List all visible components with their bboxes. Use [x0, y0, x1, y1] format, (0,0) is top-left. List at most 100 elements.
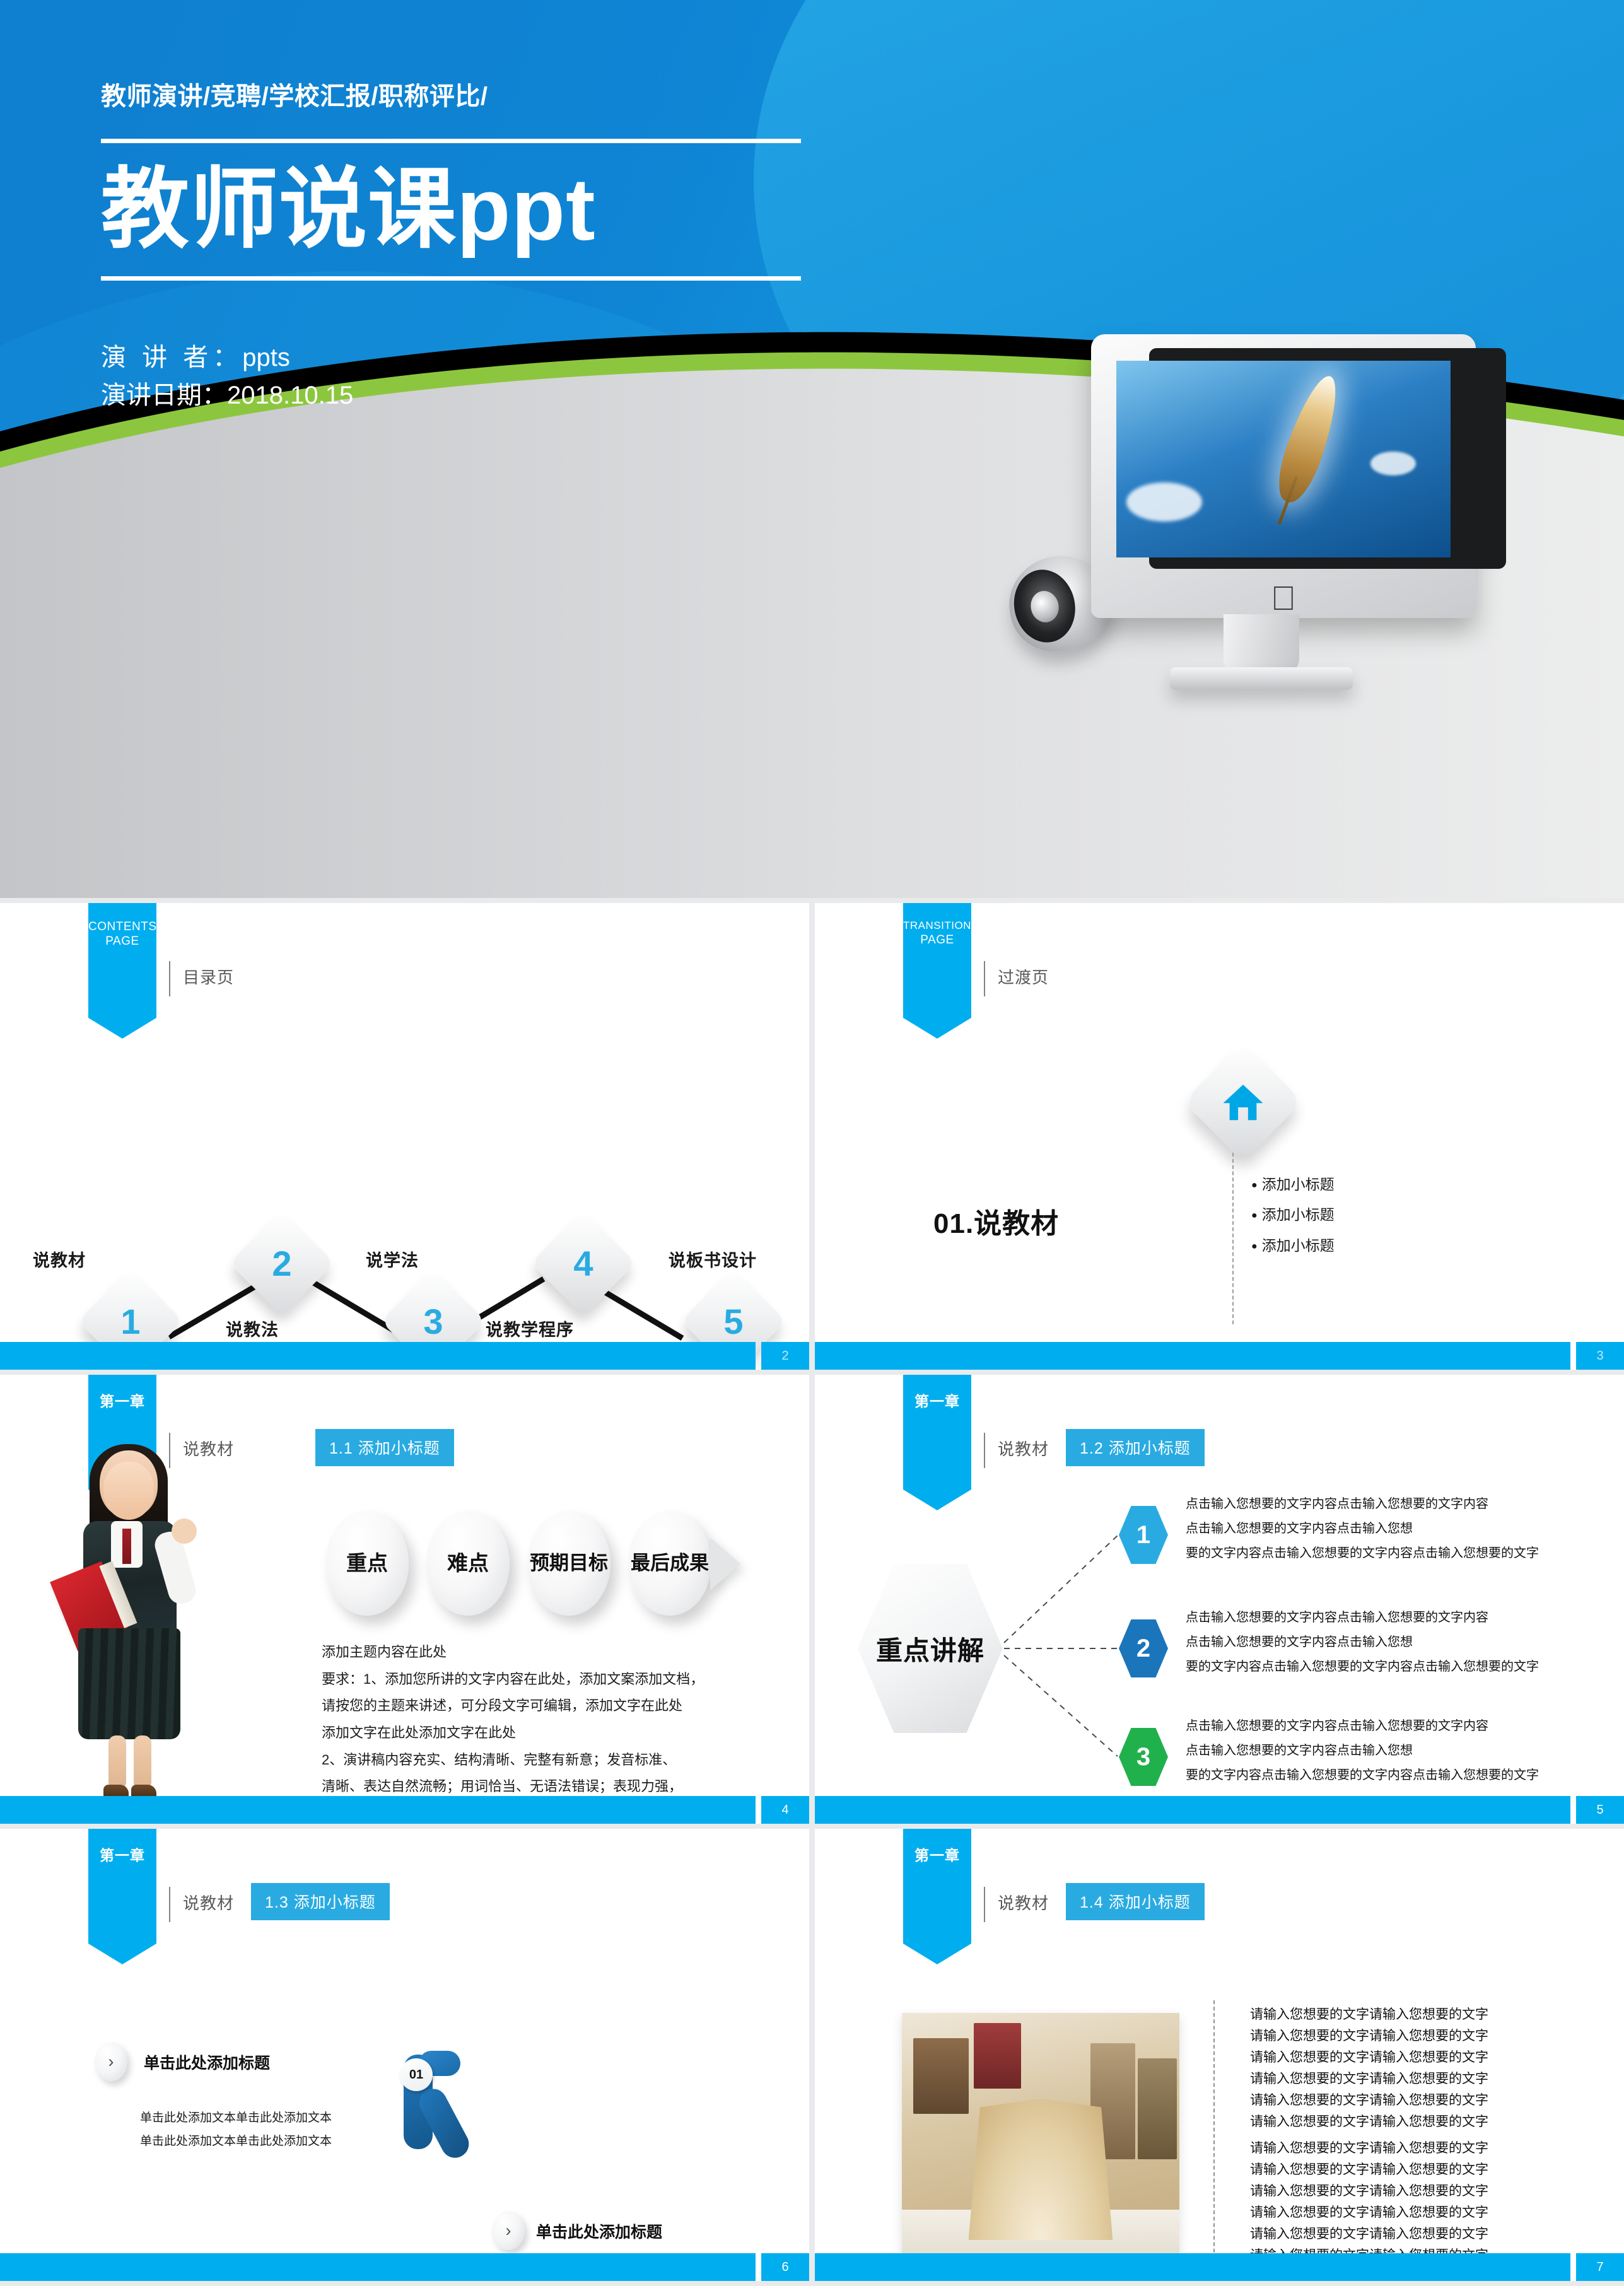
leg-shape — [108, 1735, 126, 1790]
footer-bar — [815, 1342, 1570, 1370]
copy-line: 要的文字内容点击输入您想要的文字内容点击输入您想要的文字 — [1186, 1546, 1539, 1560]
ribbon-label: 目录页 — [183, 968, 235, 987]
chapter-label: 第一章 — [100, 1393, 145, 1409]
chapter-label: 第一章 — [100, 1847, 145, 1863]
node-number: 4 — [573, 1243, 593, 1283]
oval-item-4[interactable]: 最后成果 — [628, 1511, 711, 1616]
bullet-item: 添加小标题 — [1251, 1169, 1335, 1199]
copy-line: 单击此处添加文本单击此处添加文本 — [140, 2111, 332, 2125]
sub-heading-tag: 1.4 添加小标题 — [1066, 1883, 1205, 1920]
skirt-shape — [78, 1628, 180, 1739]
date-label: 演讲日期： — [101, 381, 227, 409]
copy-line: 要的文字内容点击输入您想要的文字内容点击输入您想要的文字 — [1186, 1768, 1539, 1782]
contents-node-4[interactable]: 4 — [530, 1210, 636, 1316]
page-number: 5 — [1576, 1796, 1624, 1824]
footer-bar — [0, 1342, 756, 1370]
ribbon-divider — [984, 1887, 985, 1922]
copy-line: 点击输入您想要的文字内容点击输入您想 — [1186, 1522, 1413, 1536]
copy-line: 请输入您想要的文字请输入您想要的文字 — [1250, 2029, 1488, 2044]
footer-bar — [815, 1796, 1570, 1824]
contents-label-5: 说板书设计 — [669, 1251, 757, 1270]
books-photo — [902, 2013, 1179, 2265]
cloud-shape — [1370, 451, 1416, 475]
contents-ribbon: CONTENTS PAGE — [88, 903, 157, 1039]
cloud-shape — [1126, 482, 1202, 522]
hex-copy-3: 点击输入您想要的文字内容点击输入您想要的文字内容 点击输入您想要的文字内容点击输… — [1186, 1714, 1564, 1788]
slide-1-2: 第一章 说教材 1.2 添加小标题 重点讲解 1 点击输入您想要的文字内容点击输… — [815, 1375, 1624, 1824]
copy-line: 要求：1、添加您所讲的文字内容在此处，添加文案添加文档， — [322, 1671, 704, 1687]
transition-divider — [1232, 1153, 1234, 1324]
copy-line: 请输入您想要的文字请输入您想要的文字 — [1250, 2227, 1488, 2242]
oval-item-2[interactable]: 难点 — [426, 1511, 510, 1616]
ribbon-line-2: PAGE — [920, 933, 954, 947]
contents-label-3: 说学法 — [366, 1251, 419, 1270]
transition-diamond — [1183, 1042, 1303, 1162]
ribbon-line-1: TRANSITION — [903, 919, 971, 931]
sub-heading-tag: 1.3 添加小标题 — [251, 1883, 390, 1920]
oval-item-1[interactable]: 重点 — [325, 1511, 409, 1616]
bullet-item: 添加小标题 — [1251, 1199, 1335, 1230]
copy-line: 添加主题内容在此处 — [322, 1644, 447, 1660]
copy-line: 添加文字在此处添加文字在此处 — [322, 1725, 517, 1741]
speaker-label: 演 讲 者： — [101, 343, 243, 371]
speaker-value: ppts — [242, 343, 290, 371]
date-row: 演讲日期：2018.10.15 — [101, 376, 921, 414]
ribbon-divider — [984, 961, 985, 996]
copy-line: 单击此处添加文本单击此处添加文本 — [140, 2135, 332, 2149]
presentation-deck:  教师演讲/竞聘/学校汇报/职称评比/ 教师说课ppt 演 讲 者：ppts … — [0, 0, 1624, 2286]
contents-label-2: 说教法 — [226, 1321, 279, 1339]
slide-contents: CONTENTS PAGE 目录页 1 2 3 4 5 说教材 说教法 说学法 … — [0, 903, 809, 1370]
page-number: 4 — [761, 1796, 809, 1824]
contents-label-1: 说教材 — [33, 1251, 86, 1270]
contents-label-4: 说教学程序 — [486, 1321, 574, 1339]
chapter-label: 第一章 — [914, 1847, 960, 1863]
copy-line: 2、演讲稿内容充实、结构清晰、完整有新意；发音标准、 — [322, 1751, 677, 1768]
ribbon-label: 过渡页 — [998, 968, 1049, 987]
contents-node-2[interactable]: 2 — [229, 1210, 335, 1316]
title-text-group: 教师演讲/竞聘/学校汇报/职称评比/ 教师说课ppt 演 讲 者：ppts 演讲… — [101, 76, 921, 414]
right-copy-paragraph-1: 请输入您想要的文字请输入您想要的文字 请输入您想要的文字请输入您想要的文字 请输… — [1250, 2004, 1488, 2133]
copy-line: 点击输入您想要的文字内容点击输入您想要的文字内容 — [1186, 1497, 1488, 1511]
title-meta: 演 讲 者：ppts 演讲日期：2018.10.15 — [101, 339, 921, 414]
ribbon-line-2: PAGE — [105, 935, 139, 948]
slide-1-4: 第一章 说教材 1.4 添加小标题 请输入您想要的文字请输入您想要的文字 请输入… — [815, 1829, 1624, 2281]
copy-line: 点击输入您想要的文字内容点击输入您想要的文字内容 — [1186, 1719, 1488, 1733]
right-copy-paragraph-2: 请输入您想要的文字请输入您想要的文字 请输入您想要的文字请输入您想要的文字 请输… — [1250, 2138, 1488, 2266]
copy-line: 点击输入您想要的文字内容点击输入您想 — [1186, 1635, 1413, 1649]
page-title: 教师说课ppt — [101, 160, 596, 259]
sub-heading-tag: 1.1 添加小标题 — [315, 1429, 454, 1466]
node-number: 2 — [272, 1243, 292, 1283]
copy-line: 请输入您想要的文字请输入您想要的文字 — [1250, 2093, 1488, 2108]
hand-shape — [172, 1519, 197, 1544]
monitor-foot — [1170, 667, 1353, 690]
copy-line: 请输入您想要的文字请输入您想要的文字 — [1250, 2050, 1488, 2065]
chevron-icon[interactable]: › — [492, 2211, 525, 2250]
ribbon-divider — [169, 1887, 170, 1922]
slide-1-1: 第一章 说教材 1.1 添加小标题 重点 难点 预期目标 最后成果 添加主题内容… — [0, 1375, 809, 1824]
page-number: 2 — [761, 1342, 809, 1370]
ribbon-label: 说教材 — [183, 1894, 235, 1913]
page-number: 3 — [1576, 1342, 1624, 1370]
title-rule-top — [101, 139, 801, 143]
copy-line: 点击输入您想要的文字内容点击输入您想 — [1186, 1744, 1413, 1758]
leg-shape — [134, 1735, 151, 1790]
monitor-neck — [1224, 614, 1299, 675]
apple-logo-icon:  — [1271, 581, 1297, 615]
bullet-item: 添加小标题 — [1251, 1230, 1335, 1261]
slide-1-3: 第一章 说教材 1.3 添加小标题 › 单击此处添加标题 单击此处添加文本单击此… — [0, 1829, 809, 2281]
chapter-ribbon: 第一章 — [88, 1829, 156, 1964]
teacher-photo — [50, 1444, 208, 1804]
oval-item-3[interactable]: 预期目标 — [527, 1511, 610, 1616]
copy-line: 要的文字内容点击输入您想要的文字内容点击输入您想要的文字 — [1186, 1660, 1539, 1674]
date-value: 2018.10.15 — [227, 381, 354, 409]
chevron-icon[interactable]: › — [95, 2042, 127, 2081]
arrow-icon-01: 01 — [397, 2050, 479, 2176]
face-shape — [103, 1462, 154, 1520]
copy-line: 请输入您想要的文字请输入您想要的文字 — [1250, 2205, 1488, 2220]
copy-line: 请输入您想要的文字请输入您想要的文字 — [1250, 2184, 1488, 2199]
ribbon-line-1: CONTENTS — [88, 920, 157, 933]
page-number: 7 — [1576, 2253, 1624, 2281]
arrow-badge: 01 — [400, 2058, 433, 2091]
transition-bullets: 添加小标题 添加小标题 添加小标题 — [1251, 1169, 1335, 1261]
copy-line: 请输入您想要的文字请输入您想要的文字 — [1250, 2114, 1488, 2130]
